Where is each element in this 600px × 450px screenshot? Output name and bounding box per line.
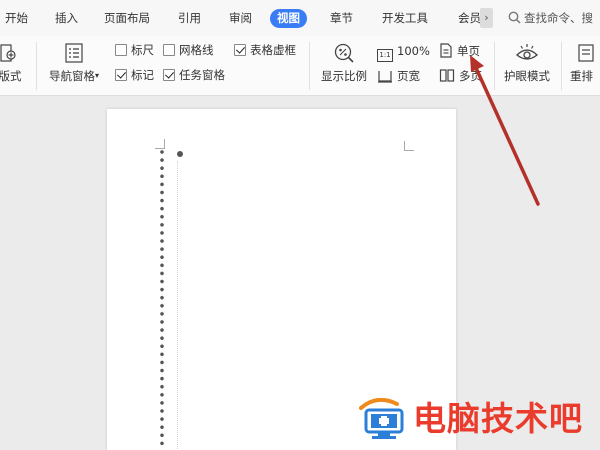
- watermark-logo-icon: [359, 398, 404, 439]
- checkbox-box: [163, 44, 175, 56]
- tab-member[interactable]: 会员: [458, 9, 480, 28]
- separator: [36, 42, 37, 90]
- eye-protection-label: 护眼模式: [504, 69, 550, 83]
- separator: [494, 42, 495, 90]
- page-width-icon: [378, 71, 392, 83]
- checkbox-box: [115, 44, 127, 56]
- separator: [561, 42, 562, 90]
- tab-page-layout[interactable]: 页面布局: [104, 9, 150, 28]
- multi-page-icon: [439, 69, 455, 82]
- layout-label: 版式: [0, 69, 22, 83]
- single-page-icon: [440, 43, 452, 58]
- single-page-label: 单页: [457, 44, 480, 58]
- ribbon-tab-bar: 开始 插入 页面布局 引用 审阅 视图 章节 开发工具 会员 › 查找命令、搜: [0, 0, 600, 36]
- tab-review[interactable]: 审阅: [229, 9, 252, 28]
- marks-checkbox[interactable]: 标记: [115, 67, 154, 83]
- gridlines-checkbox[interactable]: 网格线: [163, 42, 214, 58]
- zoom-100-button[interactable]: 1:1 100%: [377, 43, 430, 62]
- zoom-button[interactable]: 显示比例: [318, 42, 370, 84]
- ruler-checkbox[interactable]: 标尺: [115, 42, 154, 58]
- command-search[interactable]: 查找命令、搜: [508, 9, 593, 28]
- table-gridlines-checkbox[interactable]: 表格虚框: [234, 42, 296, 58]
- zoom-icon: [334, 43, 354, 63]
- rearrange-label: 重排: [570, 69, 593, 83]
- margin-corner-mark: [155, 139, 165, 149]
- zoom-label: 显示比例: [321, 69, 367, 83]
- search-icon: [508, 11, 521, 24]
- paragraph-marks: [158, 149, 166, 449]
- watermark-text: 电脑技术吧: [413, 399, 583, 438]
- checkbox-box-checked: [234, 44, 246, 56]
- view-ribbon: 版式 导航窗格▾ 标尺 网格线 表格虚框 标记 任务窗格 显示比例 1:1 100…: [0, 36, 600, 96]
- tab-references[interactable]: 引用: [178, 9, 201, 28]
- navigation-pane-label: 导航窗格: [48, 69, 95, 83]
- page-width-label: 页宽: [397, 69, 420, 83]
- table-gridlines-label: 表格虚框: [250, 43, 296, 57]
- navigation-pane-button[interactable]: 导航窗格▾: [44, 42, 104, 84]
- tab-home[interactable]: 开始: [5, 9, 28, 28]
- text-boundary: [177, 161, 179, 449]
- checkbox-box-checked: [115, 69, 127, 81]
- single-page-button[interactable]: 单页: [439, 43, 480, 59]
- page-width-button[interactable]: 页宽: [377, 68, 420, 84]
- multi-page-label: 多页: [459, 69, 482, 83]
- checkbox-box-checked: [163, 69, 175, 81]
- rearrange-button[interactable]: 重排: [570, 42, 600, 84]
- eye-protection-button[interactable]: 护眼模式: [500, 42, 554, 84]
- layout-icon: [0, 44, 16, 62]
- ruler-label: 标尺: [131, 43, 154, 57]
- separator: [309, 42, 310, 90]
- tab-scroll-right-button[interactable]: ›: [480, 8, 493, 28]
- zoom-100-icon: 1:1: [377, 49, 393, 62]
- navigation-pane-icon: [65, 43, 83, 63]
- rearrange-icon: [578, 44, 594, 62]
- layout-button[interactable]: 版式: [0, 42, 24, 84]
- margin-corner-mark: [404, 141, 414, 151]
- tab-insert[interactable]: 插入: [55, 9, 78, 28]
- task-pane-label: 任务窗格: [179, 68, 225, 82]
- multi-page-button[interactable]: 多页: [439, 68, 482, 84]
- chevron-down-icon: ▾: [94, 71, 99, 80]
- zoom-100-label: 100%: [397, 44, 430, 58]
- task-pane-checkbox[interactable]: 任务窗格: [163, 67, 225, 83]
- eye-icon: [516, 44, 538, 60]
- tab-developer[interactable]: 开发工具: [382, 9, 428, 28]
- marks-label: 标记: [131, 68, 154, 82]
- gridlines-label: 网格线: [179, 43, 214, 57]
- search-placeholder: 查找命令、搜: [524, 11, 593, 25]
- tab-chapter[interactable]: 章节: [330, 9, 353, 28]
- paragraph-mark: [177, 151, 183, 157]
- tab-view[interactable]: 视图: [270, 9, 307, 28]
